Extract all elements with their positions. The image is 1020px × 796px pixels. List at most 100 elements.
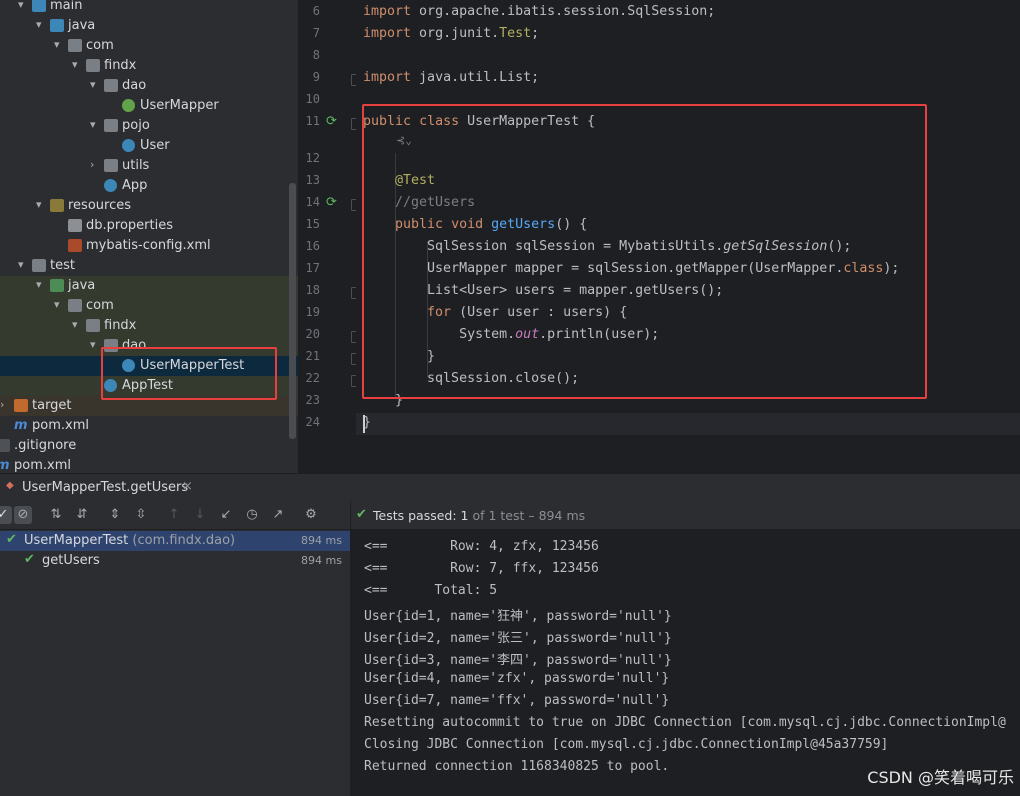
tree-pom-root[interactable]: m pom.xml bbox=[0, 456, 298, 473]
settings-gear-icon[interactable]: ⚙ bbox=[302, 506, 320, 524]
chevron-down-icon[interactable]: ▾ bbox=[36, 19, 46, 31]
test-status-bar: ✔ Tests passed: 1 of 1 test – 894 ms bbox=[350, 501, 1020, 530]
tree-item-label: findx bbox=[104, 318, 137, 333]
tree-item-label: dao bbox=[122, 78, 147, 93]
tree-utils[interactable]: › utils bbox=[0, 156, 298, 176]
close-tab-icon[interactable]: × bbox=[182, 479, 193, 494]
panel-divider[interactable] bbox=[350, 501, 351, 796]
chevron-down-icon[interactable]: ▾ bbox=[54, 299, 64, 311]
tree-gitignore[interactable]: .gitignore bbox=[0, 436, 298, 456]
import-tests-icon[interactable]: ↙ bbox=[217, 506, 235, 524]
tree-com-test[interactable]: ▾ com bbox=[0, 296, 298, 316]
chevron-down-icon[interactable]: ▾ bbox=[90, 119, 100, 131]
gitignore-icon bbox=[0, 439, 10, 452]
chevron-down-icon[interactable]: ▾ bbox=[90, 339, 100, 351]
tree-item-label: main bbox=[50, 0, 83, 13]
chevron-down-icon[interactable]: ▾ bbox=[72, 319, 82, 331]
tree-item-label: utils bbox=[122, 158, 150, 173]
tests-passed-status: Tests passed: 1 of 1 test – 894 ms bbox=[373, 508, 585, 523]
folder-icon bbox=[86, 59, 100, 72]
console-output[interactable]: <== Row: 4, zfx, 123456 <== Row: 7, ffx, … bbox=[350, 530, 1020, 796]
folder-icon bbox=[32, 0, 46, 12]
line-number: 22 bbox=[305, 371, 320, 385]
interface-icon bbox=[122, 99, 135, 112]
show-passed-icon[interactable]: ✓ bbox=[0, 506, 12, 524]
current-line-highlight bbox=[356, 413, 1020, 435]
tree-findx-test[interactable]: ▾ findx bbox=[0, 316, 298, 336]
tree-item-label: .gitignore bbox=[14, 438, 77, 453]
tree-item-label: java bbox=[68, 18, 96, 33]
console-line: User{id=4, name='zfx', password='null'} bbox=[364, 671, 670, 686]
tree-java-main[interactable]: ▾ java bbox=[0, 16, 298, 36]
test-result-row[interactable]: ✔ UserMapperTest (com.findx.dao) 894 ms bbox=[0, 531, 350, 551]
history-icon[interactable]: ◷ bbox=[243, 506, 261, 524]
chevron-down-icon[interactable]: ▾ bbox=[36, 279, 46, 291]
editor-gutter: 6 7 8 9 10 11 12 13 14 15 16 17 18 19 20 21 22 23 24 ⟳ ⟳ bbox=[298, 0, 361, 473]
sort-duration-icon[interactable]: ⇵ bbox=[73, 506, 91, 524]
tree-item-label: resources bbox=[68, 198, 132, 213]
test-result-row[interactable]: ✔ getUsers 894 ms bbox=[0, 551, 350, 571]
tree-mybatis-config[interactable]: mybatis-config.xml bbox=[0, 236, 298, 256]
chevron-down-icon[interactable]: ▾ bbox=[90, 79, 100, 91]
tree-item-label: User bbox=[140, 138, 170, 153]
export-icon[interactable]: ↗ bbox=[269, 506, 287, 524]
tree-test[interactable]: ▾ test bbox=[0, 256, 298, 276]
project-tree: ▾ main ▾ java ▾ com ▾ findx ▾ dao UserMapper ▾ pojo U… bbox=[0, 0, 298, 473]
tree-user[interactable]: User bbox=[0, 136, 298, 156]
next-failed-icon[interactable]: ↓ bbox=[191, 506, 209, 524]
sort-alpha-icon[interactable]: ⇅ bbox=[47, 506, 65, 524]
tree-item-label: pom.xml bbox=[32, 418, 89, 433]
status-detail: of 1 test – 894 ms bbox=[468, 508, 586, 523]
check-icon: ✔ bbox=[24, 552, 35, 567]
run-tab-title[interactable]: UserMapperTest.getUsers bbox=[22, 480, 188, 495]
tree-com-main[interactable]: ▾ com bbox=[0, 36, 298, 56]
console-line: User{id=7, name='ffx', password='null'} bbox=[364, 693, 670, 708]
previous-failed-icon[interactable]: ↑ bbox=[165, 506, 183, 524]
tree-item-label: test bbox=[50, 258, 75, 273]
tree-java-test[interactable]: ▾ java bbox=[0, 276, 298, 296]
line-number: 12 bbox=[305, 151, 320, 165]
chevron-down-icon[interactable]: ▾ bbox=[18, 259, 28, 271]
folder-icon bbox=[86, 319, 100, 332]
chevron-down-icon[interactable]: ▾ bbox=[72, 59, 82, 71]
chevron-right-icon[interactable]: › bbox=[0, 399, 10, 411]
line-number: 15 bbox=[305, 217, 320, 231]
tree-app[interactable]: App bbox=[0, 176, 298, 196]
run-test-gutter-icon[interactable]: ⟳ bbox=[326, 115, 340, 129]
line-number: 19 bbox=[305, 305, 320, 319]
tree-dao-main[interactable]: ▾ dao bbox=[0, 76, 298, 96]
run-test-gutter-icon[interactable]: ⟳ bbox=[326, 196, 340, 210]
tree-pom-inner[interactable]: m pom.xml bbox=[0, 416, 298, 436]
folder-icon bbox=[50, 199, 64, 212]
chevron-right-icon[interactable]: › bbox=[90, 159, 100, 171]
tree-usermapper[interactable]: UserMapper bbox=[0, 96, 298, 116]
tree-item-label: pojo bbox=[122, 118, 150, 133]
tree-findx-main[interactable]: ▾ findx bbox=[0, 56, 298, 76]
tree-main[interactable]: ▾ main bbox=[0, 0, 298, 16]
expand-all-icon[interactable]: ⇕ bbox=[106, 506, 124, 524]
tree-resources[interactable]: ▾ resources bbox=[0, 196, 298, 216]
line-number: 7 bbox=[312, 26, 320, 40]
chevron-down-icon[interactable]: ▾ bbox=[18, 0, 28, 11]
project-tree-scrollbar[interactable] bbox=[289, 183, 296, 439]
console-line: User{id=2, name='张三', password='null'} bbox=[364, 631, 672, 646]
folder-icon bbox=[68, 299, 82, 312]
chevron-down-icon[interactable]: ▾ bbox=[54, 39, 64, 51]
line-number: 11 bbox=[305, 114, 320, 128]
tree-item-label: App bbox=[122, 178, 148, 193]
chevron-down-icon[interactable]: ▾ bbox=[36, 199, 46, 211]
collapse-all-icon[interactable]: ⇳ bbox=[132, 506, 150, 524]
show-ignored-icon[interactable]: ⊘ bbox=[14, 506, 32, 524]
tree-item-label: mybatis-config.xml bbox=[86, 238, 211, 253]
tree-pojo[interactable]: ▾ pojo bbox=[0, 116, 298, 136]
folder-icon bbox=[14, 399, 28, 412]
line-number: 23 bbox=[305, 393, 320, 407]
folder-icon bbox=[104, 159, 118, 172]
console-line: <== Total: 5 bbox=[364, 583, 498, 598]
annotation-box-code bbox=[362, 104, 927, 399]
tree-db-properties[interactable]: db.properties bbox=[0, 216, 298, 236]
line-number: 17 bbox=[305, 261, 320, 275]
run-tab-bar: ◆ UserMapperTest.getUsers × bbox=[0, 473, 1020, 502]
folder-icon bbox=[32, 259, 46, 272]
console-line: <== Row: 4, zfx, 123456 bbox=[364, 539, 599, 554]
